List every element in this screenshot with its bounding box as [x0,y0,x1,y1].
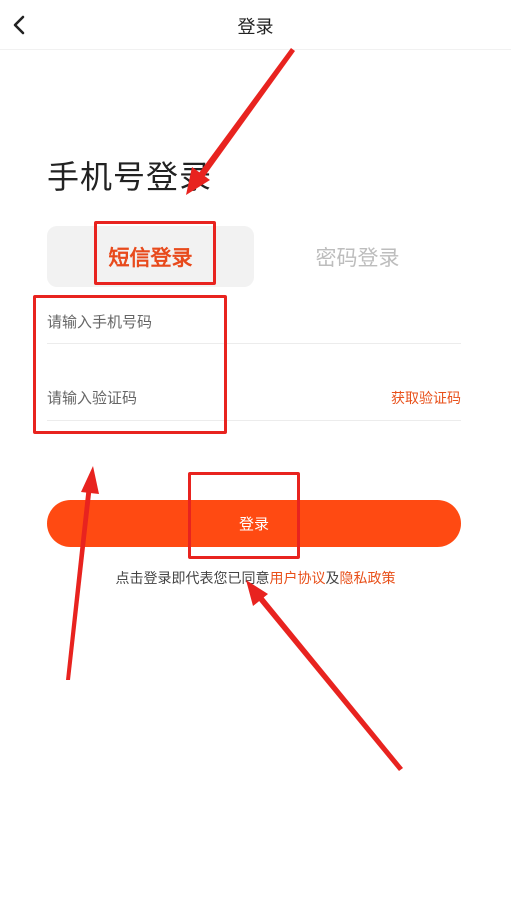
verification-code-input[interactable] [47,378,367,418]
annotation-arrows [66,48,403,771]
tab-sms-login[interactable]: 短信登录 [47,226,254,287]
divider [47,420,461,421]
agreement-text: 点击登录即代表您已同意用户协议及隐私政策 [0,568,511,588]
divider [47,343,461,344]
user-agreement-link[interactable]: 用户协议 [270,571,326,587]
navbar: 登录 [0,0,511,50]
login-page: 登录 手机号登录 短信登录 密码登录 获取验证码 登录 点击登录即代表您已同意用… [0,0,511,897]
nav-title: 登录 [237,17,274,38]
tab-password-login[interactable]: 密码登录 [254,226,461,287]
tab-sms-login-label: 短信登录 [108,246,193,270]
page-title: 手机号登录 [47,158,213,196]
annotation-arrow-3 [246,580,403,771]
privacy-policy-link[interactable]: 隐私政策 [340,571,396,587]
get-code-button[interactable]: 获取验证码 [370,388,461,408]
agreement-prefix: 点击登录即代表您已同意 [115,571,270,587]
login-button[interactable]: 登录 [47,500,461,547]
phone-input[interactable] [47,302,461,342]
tab-password-login-label: 密码登录 [315,246,400,270]
agreement-and: 及 [325,571,340,587]
